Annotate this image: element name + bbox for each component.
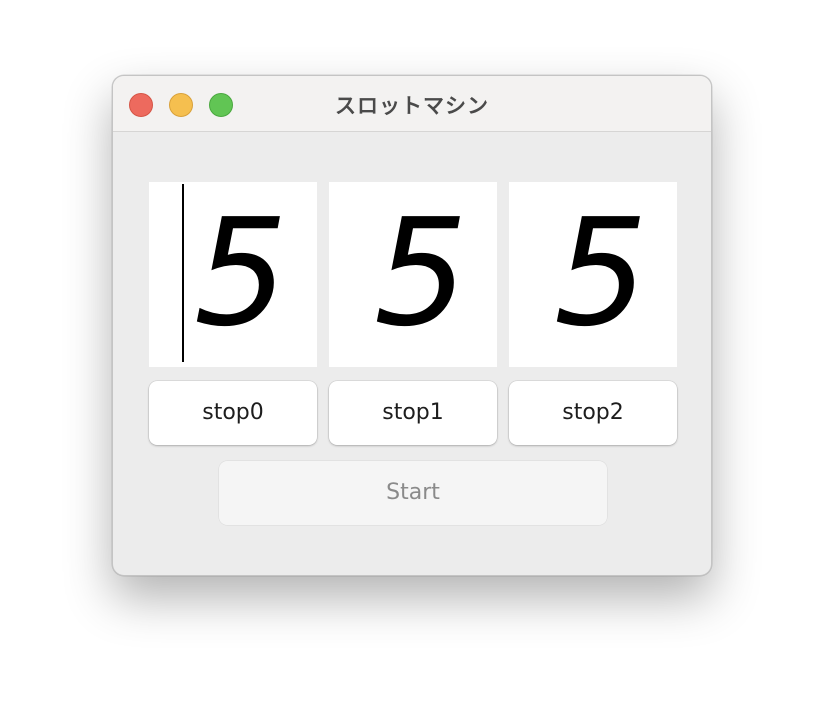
window-title: スロットマシン: [335, 94, 489, 118]
reel-2-digit: 5: [553, 187, 649, 359]
desktop: スロットマシン 5 5 5 stop0 stop1 stop2 Start: [0, 0, 824, 724]
stop1-button[interactable]: stop1: [329, 381, 497, 445]
reel-1[interactable]: 5: [329, 182, 497, 367]
start-button[interactable]: Start: [219, 461, 607, 525]
reel-0-digit: 5: [193, 187, 289, 359]
stop0-button[interactable]: stop0: [149, 381, 317, 445]
reel-1-digit: 5: [373, 187, 469, 359]
reel-0[interactable]: 5: [149, 182, 317, 367]
title-bar[interactable]: スロットマシン: [113, 76, 711, 132]
reel-2[interactable]: 5: [509, 182, 677, 367]
stop2-button[interactable]: stop2: [509, 381, 677, 445]
slot-machine-window: スロットマシン 5 5 5 stop0 stop1 stop2 Start: [112, 75, 712, 576]
